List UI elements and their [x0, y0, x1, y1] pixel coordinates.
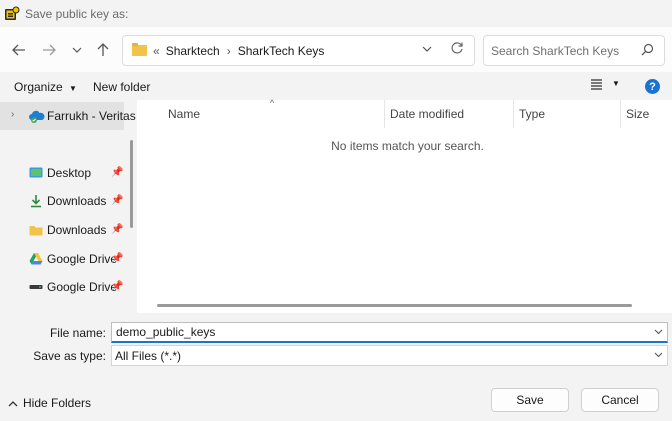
desktop-icon [29, 166, 43, 180]
forward-button[interactable] [38, 39, 60, 61]
pin-icon: 📌 [111, 224, 124, 235]
address-dropdown-button[interactable] [422, 43, 432, 55]
drive-icon [29, 280, 43, 294]
caret-down-icon: ▼ [69, 84, 77, 93]
sort-indicator-icon: ^ [270, 98, 275, 108]
save-as-type-select[interactable]: All Files (*.*) [111, 345, 668, 366]
window-title: Save public key as: [25, 6, 129, 21]
help-button[interactable]: ? [645, 79, 660, 94]
breadcrumb-sharktech[interactable]: Sharktech [166, 44, 220, 58]
sidebar-scrollbar[interactable] [130, 140, 133, 228]
column-header-name[interactable]: Name [168, 107, 200, 121]
column-header-size[interactable]: Size [626, 107, 649, 121]
sidebar-item-label: Downloads [47, 223, 107, 237]
back-button[interactable] [8, 39, 30, 61]
key-app-icon [4, 6, 20, 22]
title-bar: Save public key as: [0, 0, 672, 27]
list-view-icon [591, 79, 602, 90]
dialog-footer: Hide Folders Save Cancel [0, 371, 672, 421]
sidebar-item-downloads[interactable]: Downloads [29, 191, 106, 211]
file-name-value: demo_public_keys [116, 325, 216, 339]
pin-icon: 📌 [111, 281, 124, 292]
column-divider[interactable] [384, 100, 385, 128]
chevron-up-icon [8, 400, 18, 406]
expand-chevron-icon[interactable]: › [11, 109, 14, 120]
folder-icon [132, 43, 147, 56]
command-bar: Organize ▼ New folder ▼ [0, 72, 672, 100]
hide-folders-label: Hide Folders [23, 396, 92, 410]
save-button[interactable]: Save [491, 388, 569, 412]
breadcrumb: « Sharktech › SharkTech Keys [153, 44, 324, 58]
cancel-button[interactable]: Cancel [581, 388, 659, 412]
organize-label: Organize [14, 80, 63, 94]
recent-locations-button[interactable] [66, 39, 88, 61]
navigation-pane: › Farrukh - Veritas Desktop 📌 Downloads … [0, 100, 137, 313]
pin-icon: 📌 [111, 195, 124, 206]
refresh-icon [451, 42, 463, 54]
search-icon [641, 43, 654, 59]
breadcrumb-overflow[interactable]: « [153, 44, 160, 58]
column-header-type[interactable]: Type [519, 107, 545, 121]
arrow-right-icon [43, 44, 56, 56]
file-list-pane: ^ Name Date modified Type Size No items … [137, 98, 672, 313]
folder-icon [29, 223, 43, 237]
arrow-up-icon [97, 43, 109, 56]
sidebar-item-google-drive-disk[interactable]: Google Drive [29, 277, 117, 297]
view-options-button[interactable] [590, 78, 603, 93]
hide-folders-button[interactable]: Hide Folders [8, 396, 91, 410]
onedrive-cloud-icon [29, 109, 45, 123]
pin-icon: 📌 [111, 167, 124, 178]
column-divider[interactable] [513, 100, 514, 128]
up-button[interactable] [92, 39, 114, 61]
chevron-down-icon [422, 46, 432, 52]
sidebar-item-label: Farrukh - Veritas [47, 109, 136, 123]
chevron-down-icon [654, 350, 663, 361]
empty-state-message: No items match your search. [331, 139, 484, 153]
sidebar-item-google-drive[interactable]: Google Drive [29, 249, 117, 269]
column-header-date-modified[interactable]: Date modified [390, 107, 464, 121]
save-form: File name: demo_public_keys Save as type… [0, 313, 672, 371]
breadcrumb-sharktech-keys[interactable]: SharkTech Keys [238, 44, 325, 58]
sidebar-item-label: Google Drive [47, 252, 118, 266]
sidebar-item-desktop[interactable]: Desktop [29, 163, 91, 183]
downloads-icon [29, 194, 43, 208]
google-drive-icon [29, 252, 43, 266]
file-name-field[interactable]: demo_public_keys [111, 322, 668, 343]
file-name-label: File name: [49, 326, 106, 340]
breadcrumb-separator: › [226, 43, 231, 58]
navigation-bar: « Sharktech › SharkTech Keys Search Shar… [0, 27, 672, 72]
search-box[interactable]: Search SharkTech Keys [483, 35, 665, 66]
horizontal-scrollbar[interactable] [157, 304, 632, 307]
chevron-down-icon[interactable] [654, 327, 663, 338]
refresh-button[interactable] [450, 41, 464, 59]
chevron-down-icon [72, 47, 82, 53]
view-dropdown-icon[interactable]: ▼ [612, 79, 620, 88]
new-folder-button[interactable]: New folder [93, 80, 150, 94]
address-bar[interactable]: « Sharktech › SharkTech Keys [122, 35, 475, 66]
sidebar-item-label: Desktop [47, 166, 92, 180]
save-as-type-label: Save as type: [33, 349, 106, 363]
arrow-left-icon [12, 44, 25, 56]
column-divider[interactable] [620, 100, 621, 128]
save-as-type-value: All Files (*.*) [115, 348, 182, 363]
organize-menu[interactable]: Organize ▼ [14, 80, 77, 94]
sidebar-item-label: Google Drive [47, 280, 118, 294]
sidebar-item-downloads-folder[interactable]: Downloads [29, 220, 106, 240]
pin-icon: 📌 [111, 253, 124, 264]
sidebar-item-onedrive[interactable]: Farrukh - Veritas [29, 106, 136, 126]
sidebar-item-label: Downloads [47, 194, 107, 208]
search-input[interactable]: Search SharkTech Keys [491, 44, 619, 58]
